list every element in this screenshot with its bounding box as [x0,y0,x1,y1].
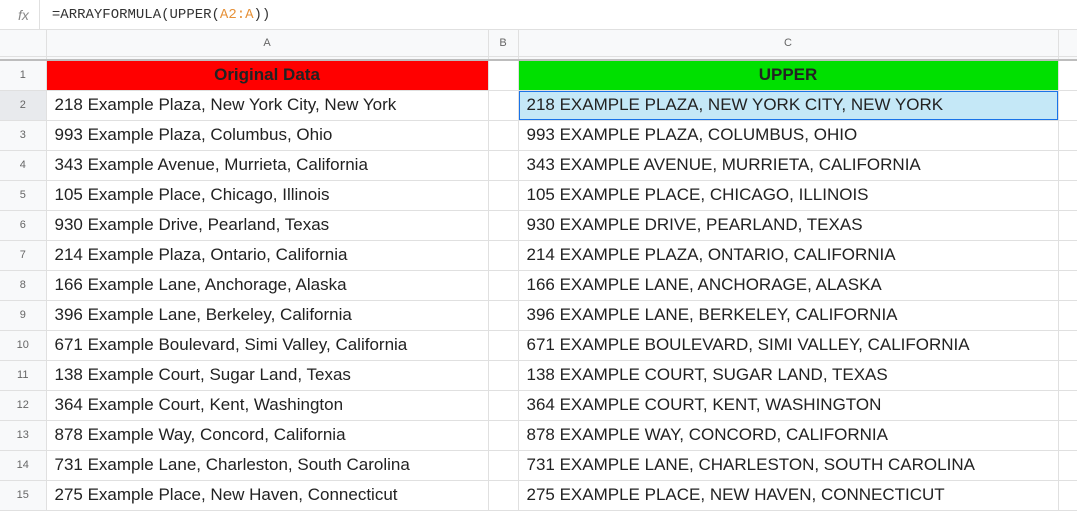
cell-c13[interactable]: 878 EXAMPLE WAY, CONCORD, CALIFORNIA [518,420,1058,450]
cell-a10[interactable]: 671 Example Boulevard, Simi Valley, Cali… [46,330,488,360]
row-header-3[interactable]: 3 [0,120,46,150]
row-header-14[interactable]: 14 [0,450,46,480]
cell-d9[interactable] [1058,300,1077,330]
cell-b14[interactable] [488,450,518,480]
cell-c2[interactable]: 218 EXAMPLE PLAZA, NEW YORK CITY, NEW YO… [518,90,1058,120]
row-header-8[interactable]: 8 [0,270,46,300]
row-header-13[interactable]: 13 [0,420,46,450]
col-header-d[interactable] [1058,30,1077,56]
cell-c11[interactable]: 138 EXAMPLE COURT, SUGAR LAND, TEXAS [518,360,1058,390]
cell-c12[interactable]: 364 EXAMPLE COURT, KENT, WASHINGTON [518,390,1058,420]
cell-a6[interactable]: 930 Example Drive, Pearland, Texas [46,210,488,240]
cell-d11[interactable] [1058,360,1077,390]
col-header-c[interactable]: C [518,30,1058,56]
cell-c3[interactable]: 993 EXAMPLE PLAZA, COLUMBUS, OHIO [518,120,1058,150]
formula-range: A2:A [220,7,254,23]
fx-icon[interactable]: fx [8,0,40,29]
cell-b11[interactable] [488,360,518,390]
cell-d7[interactable] [1058,240,1077,270]
cell-a13[interactable]: 878 Example Way, Concord, California [46,420,488,450]
cell-b7[interactable] [488,240,518,270]
cell-c4[interactable]: 343 EXAMPLE AVENUE, MURRIETA, CALIFORNIA [518,150,1058,180]
cell-d13[interactable] [1058,420,1077,450]
cell-a1[interactable]: Original Data [46,60,488,90]
cell-c15[interactable]: 275 EXAMPLE PLACE, NEW HAVEN, CONNECTICU… [518,480,1058,510]
cell-a3[interactable]: 993 Example Plaza, Columbus, Ohio [46,120,488,150]
cell-b1[interactable] [488,60,518,90]
cell-a12[interactable]: 364 Example Court, Kent, Washington [46,390,488,420]
cell-c10[interactable]: 671 EXAMPLE BOULEVARD, SIMI VALLEY, CALI… [518,330,1058,360]
cell-d6[interactable] [1058,210,1077,240]
row-header-10[interactable]: 10 [0,330,46,360]
cell-d2[interactable] [1058,90,1077,120]
row-header-5[interactable]: 5 [0,180,46,210]
cell-b10[interactable] [488,330,518,360]
cell-b4[interactable] [488,150,518,180]
cell-d4[interactable] [1058,150,1077,180]
cell-a9[interactable]: 396 Example Lane, Berkeley, California [46,300,488,330]
row-header-12[interactable]: 12 [0,390,46,420]
row-header-6[interactable]: 6 [0,210,46,240]
cell-a14[interactable]: 731 Example Lane, Charleston, South Caro… [46,450,488,480]
spreadsheet-grid[interactable]: A B C 1 Original Data UPPER 2 218 Exampl… [0,30,1077,511]
cell-c9[interactable]: 396 EXAMPLE LANE, BERKELEY, CALIFORNIA [518,300,1058,330]
row-header-4[interactable]: 4 [0,150,46,180]
cell-b9[interactable] [488,300,518,330]
cell-a15[interactable]: 275 Example Place, New Haven, Connecticu… [46,480,488,510]
cell-c8[interactable]: 166 EXAMPLE LANE, ANCHORAGE, ALASKA [518,270,1058,300]
row-header-2[interactable]: 2 [0,90,46,120]
row-header-1[interactable]: 1 [0,60,46,90]
cell-d10[interactable] [1058,330,1077,360]
cell-a8[interactable]: 166 Example Lane, Anchorage, Alaska [46,270,488,300]
cell-d15[interactable] [1058,480,1077,510]
cell-c14[interactable]: 731 EXAMPLE LANE, CHARLESTON, SOUTH CARO… [518,450,1058,480]
cell-a11[interactable]: 138 Example Court, Sugar Land, Texas [46,360,488,390]
cell-b6[interactable] [488,210,518,240]
row-header-9[interactable]: 9 [0,300,46,330]
cell-b5[interactable] [488,180,518,210]
cell-c6[interactable]: 930 EXAMPLE DRIVE, PEARLAND, TEXAS [518,210,1058,240]
row-header-15[interactable]: 15 [0,480,46,510]
cell-b12[interactable] [488,390,518,420]
cell-d3[interactable] [1058,120,1077,150]
cell-d5[interactable] [1058,180,1077,210]
cell-b3[interactable] [488,120,518,150]
cell-a4[interactable]: 343 Example Avenue, Murrieta, California [46,150,488,180]
cell-b15[interactable] [488,480,518,510]
cell-d8[interactable] [1058,270,1077,300]
col-header-a[interactable]: A [46,30,488,56]
cell-c1[interactable]: UPPER [518,60,1058,90]
cell-b2[interactable] [488,90,518,120]
cell-d1[interactable] [1058,60,1077,90]
cell-a7[interactable]: 214 Example Plaza, Ontario, California [46,240,488,270]
cell-c7[interactable]: 214 EXAMPLE PLAZA, ONTARIO, CALIFORNIA [518,240,1058,270]
cell-a2[interactable]: 218 Example Plaza, New York City, New Yo… [46,90,488,120]
cell-d12[interactable] [1058,390,1077,420]
formula-bar: fx =ARRAYFORMULA(UPPER(A2:A)) [0,0,1077,30]
formula-suffix: )) [254,7,271,23]
cell-b8[interactable] [488,270,518,300]
formula-prefix: =ARRAYFORMULA(UPPER( [52,7,220,23]
col-header-b[interactable]: B [488,30,518,56]
cell-d14[interactable] [1058,450,1077,480]
cell-c5[interactable]: 105 EXAMPLE PLACE, CHICAGO, ILLINOIS [518,180,1058,210]
formula-input[interactable]: =ARRAYFORMULA(UPPER(A2:A)) [40,7,270,23]
row-header-11[interactable]: 11 [0,360,46,390]
select-all-corner[interactable] [0,30,46,56]
row-header-7[interactable]: 7 [0,240,46,270]
cell-b13[interactable] [488,420,518,450]
cell-a5[interactable]: 105 Example Place, Chicago, Illinois [46,180,488,210]
